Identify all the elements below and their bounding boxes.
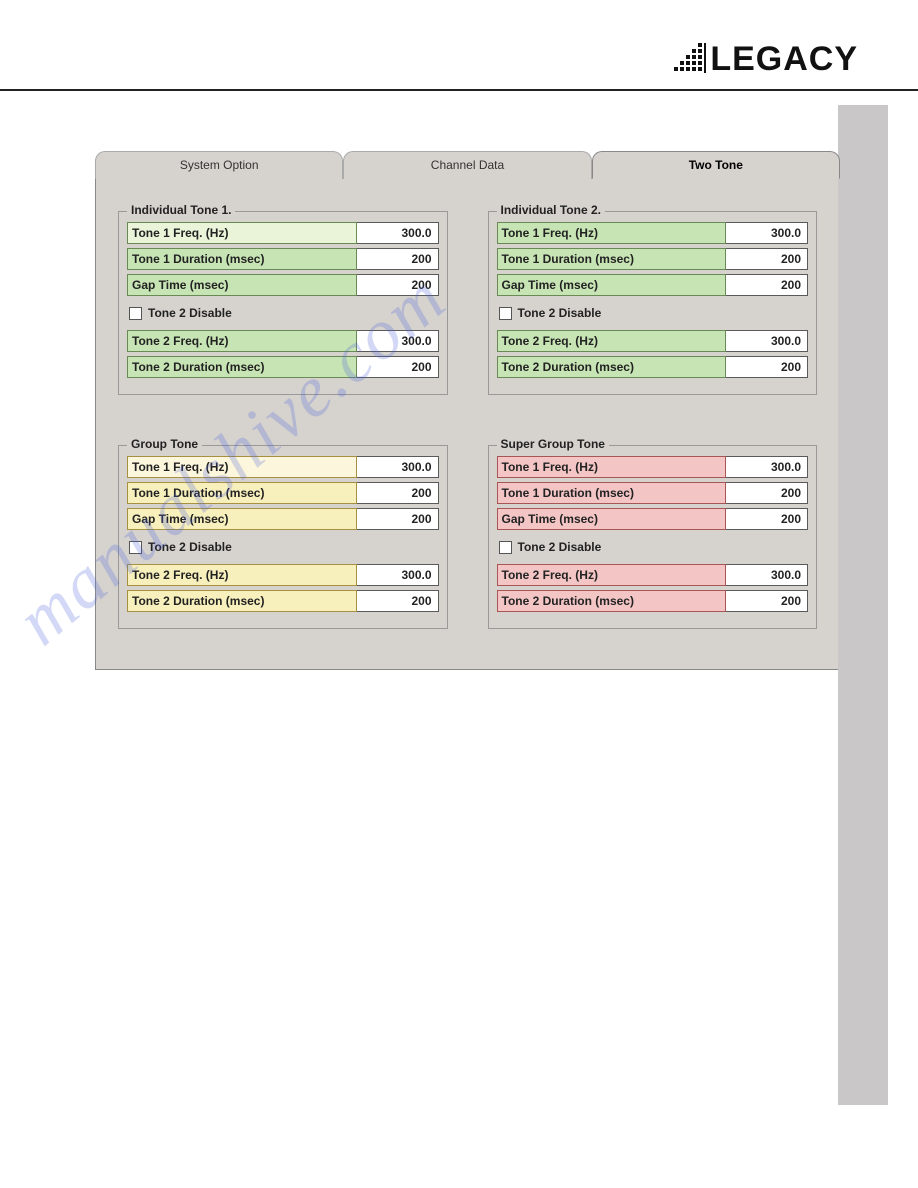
t1freq-input[interactable]: 300.0 [357,456,439,478]
t2dur-input[interactable]: 200 [726,590,808,612]
page-header: LEGACY [0,0,918,91]
t2dur-label: Tone 2 Duration (msec) [127,356,357,378]
group-legend: Super Group Tone [497,437,609,451]
t2freq-input[interactable]: 300.0 [726,564,808,586]
tab-bar: System Option Channel Data Two Tone [95,151,840,179]
tone2-disable-checkbox[interactable] [499,307,512,320]
gap-input[interactable]: 200 [726,508,808,530]
t1dur-input[interactable]: 200 [726,482,808,504]
tone2-disable-checkbox[interactable] [129,307,142,320]
group-legend: Group Tone [127,437,202,451]
t2freq-input[interactable]: 300.0 [726,330,808,352]
gap-label: Gap Time (msec) [497,508,727,530]
t2freq-input[interactable]: 300.0 [357,564,439,586]
group-individual-tone-2: Individual Tone 2. Tone 1 Freq. (Hz) 300… [488,211,818,395]
t2freq-label: Tone 2 Freq. (Hz) [127,564,357,586]
t1dur-label: Tone 1 Duration (msec) [127,482,357,504]
t2freq-input[interactable]: 300.0 [357,330,439,352]
t2freq-label: Tone 2 Freq. (Hz) [127,330,357,352]
t1freq-label: Tone 1 Freq. (Hz) [497,456,727,478]
t2freq-label: Tone 2 Freq. (Hz) [497,330,727,352]
tab-two-tone[interactable]: Two Tone [592,151,840,179]
t2dur-label: Tone 2 Duration (msec) [127,590,357,612]
logo-dots-icon [674,43,706,76]
t2dur-input[interactable]: 200 [726,356,808,378]
two-tone-dialog: System Option Channel Data Two Tone Indi… [95,151,840,670]
group-group-tone: Group Tone Tone 1 Freq. (Hz) 300.0 Tone … [118,445,448,629]
tab-system-option[interactable]: System Option [95,151,343,179]
gap-input[interactable]: 200 [726,274,808,296]
gap-input[interactable]: 200 [357,274,439,296]
two-tone-panel: Individual Tone 1. Tone 1 Freq. (Hz) 300… [95,179,840,670]
tone2-disable-checkbox[interactable] [129,541,142,554]
tab-channel-data[interactable]: Channel Data [343,151,591,179]
t1freq-input[interactable]: 300.0 [357,222,439,244]
t1dur-input[interactable]: 200 [726,248,808,270]
gap-label: Gap Time (msec) [497,274,727,296]
t1freq-input[interactable]: 300.0 [726,456,808,478]
tone2-disable-checkbox[interactable] [499,541,512,554]
t1dur-input[interactable]: 200 [357,248,439,270]
t1freq-input[interactable]: 300.0 [726,222,808,244]
tone2-disable-label: Tone 2 Disable [148,306,232,320]
logo-text: LEGACY [710,40,858,79]
t1dur-label: Tone 1 Duration (msec) [497,482,727,504]
logo: LEGACY [674,40,858,79]
group-legend: Individual Tone 1. [127,203,235,217]
t1freq-label: Tone 1 Freq. (Hz) [127,456,357,478]
tone2-disable-label: Tone 2 Disable [518,540,602,554]
gap-label: Gap Time (msec) [127,274,357,296]
right-margin-strip [838,105,888,1105]
group-super-group-tone: Super Group Tone Tone 1 Freq. (Hz) 300.0… [488,445,818,629]
t2dur-input[interactable]: 200 [357,590,439,612]
tone2-disable-label: Tone 2 Disable [518,306,602,320]
t2dur-input[interactable]: 200 [357,356,439,378]
t1dur-label: Tone 1 Duration (msec) [497,248,727,270]
t1freq-label: Tone 1 Freq. (Hz) [497,222,727,244]
group-individual-tone-1: Individual Tone 1. Tone 1 Freq. (Hz) 300… [118,211,448,395]
gap-input[interactable]: 200 [357,508,439,530]
t1freq-label: Tone 1 Freq. (Hz) [127,222,357,244]
gap-label: Gap Time (msec) [127,508,357,530]
t1dur-input[interactable]: 200 [357,482,439,504]
t2dur-label: Tone 2 Duration (msec) [497,590,727,612]
t2freq-label: Tone 2 Freq. (Hz) [497,564,727,586]
t1dur-label: Tone 1 Duration (msec) [127,248,357,270]
t2dur-label: Tone 2 Duration (msec) [497,356,727,378]
tone2-disable-label: Tone 2 Disable [148,540,232,554]
group-legend: Individual Tone 2. [497,203,605,217]
